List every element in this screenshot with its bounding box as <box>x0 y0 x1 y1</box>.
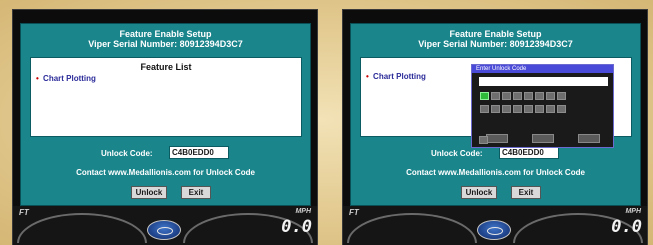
ford-logo-icon <box>477 220 511 240</box>
keypad-key[interactable] <box>557 105 566 113</box>
bullet-icon: • <box>36 74 39 83</box>
keypad-key[interactable] <box>524 105 533 113</box>
feature-item-chart-plotting[interactable]: • Chart Plotting <box>36 74 96 83</box>
serial-number: Viper Serial Number: 80912394D3C7 <box>88 39 243 49</box>
keypad-entry-field[interactable] <box>479 77 608 86</box>
keypad-title: Enter Unlock Code <box>472 65 613 73</box>
feature-item-label: Chart Plotting <box>373 72 426 81</box>
unlock-code-label: Unlock Code: <box>431 149 483 158</box>
feature-list-heading: Feature List <box>140 62 192 72</box>
speed-unit: MPH <box>625 208 641 215</box>
ford-logo-icon <box>147 220 181 240</box>
keypad-key[interactable] <box>513 92 522 100</box>
contact-text: Contact www.Medallionis.com for Unlock C… <box>406 168 585 177</box>
speed-unit: MPH <box>295 208 311 215</box>
keypad-key[interactable] <box>502 92 511 100</box>
dialog-title: Feature Enable Setup <box>119 29 212 39</box>
keypad-button-3[interactable] <box>578 134 600 143</box>
speed-readout: 0.0 <box>611 217 642 237</box>
screen-right: Feature Enable Setup Viper Serial Number… <box>342 9 648 245</box>
keypad-key[interactable] <box>535 105 544 113</box>
keypad-key[interactable] <box>535 92 544 100</box>
keypad-key[interactable] <box>480 92 489 100</box>
gauge-panel: FT MPH 0.0 <box>13 206 317 245</box>
keypad-key[interactable] <box>502 105 511 113</box>
unlock-button[interactable]: Unlock <box>461 186 497 199</box>
feature-item-chart-plotting[interactable]: • Chart Plotting <box>366 72 426 81</box>
keypad-key[interactable] <box>524 92 533 100</box>
bullet-icon: • <box>366 72 369 81</box>
unlock-keypad-window: Enter Unlock Code <box>471 64 614 148</box>
keypad-button-2[interactable] <box>532 134 554 143</box>
feature-list: Feature List • Chart Plotting <box>30 57 302 137</box>
keypad-key[interactable] <box>557 92 566 100</box>
keypad-key[interactable] <box>491 92 500 100</box>
keypad-key[interactable] <box>491 105 500 113</box>
depth-unit: FT <box>19 208 29 217</box>
contact-text: Contact www.Medallionis.com for Unlock C… <box>76 168 255 177</box>
keypad-key[interactable] <box>546 92 555 100</box>
feature-enable-dialog: Feature Enable Setup Viper Serial Number… <box>350 23 641 206</box>
keypad-key[interactable] <box>480 105 489 113</box>
feature-item-label: Chart Plotting <box>43 74 96 83</box>
keypad-key[interactable] <box>546 105 555 113</box>
exit-button[interactable]: Exit <box>511 186 541 199</box>
depth-gauge-arc <box>17 213 147 243</box>
depth-gauge-arc <box>347 213 477 243</box>
feature-enable-dialog: Feature Enable Setup Viper Serial Number… <box>20 23 311 206</box>
speed-readout: 0.0 <box>281 217 312 237</box>
screen-left: Feature Enable Setup Viper Serial Number… <box>12 9 318 245</box>
exit-button[interactable]: Exit <box>181 186 211 199</box>
keypad-button-1[interactable] <box>486 134 508 143</box>
keypad-key[interactable] <box>513 105 522 113</box>
dialog-title: Feature Enable Setup <box>449 29 542 39</box>
unlock-code-label: Unlock Code: <box>101 149 153 158</box>
gauge-panel: FT MPH 0.0 <box>343 206 647 245</box>
unlock-code-input[interactable]: C4B0EDD0 <box>169 146 229 159</box>
unlock-button[interactable]: Unlock <box>131 186 167 199</box>
keypad-extra-key[interactable] <box>479 136 488 144</box>
serial-number: Viper Serial Number: 80912394D3C7 <box>418 39 573 49</box>
depth-unit: FT <box>349 208 359 217</box>
